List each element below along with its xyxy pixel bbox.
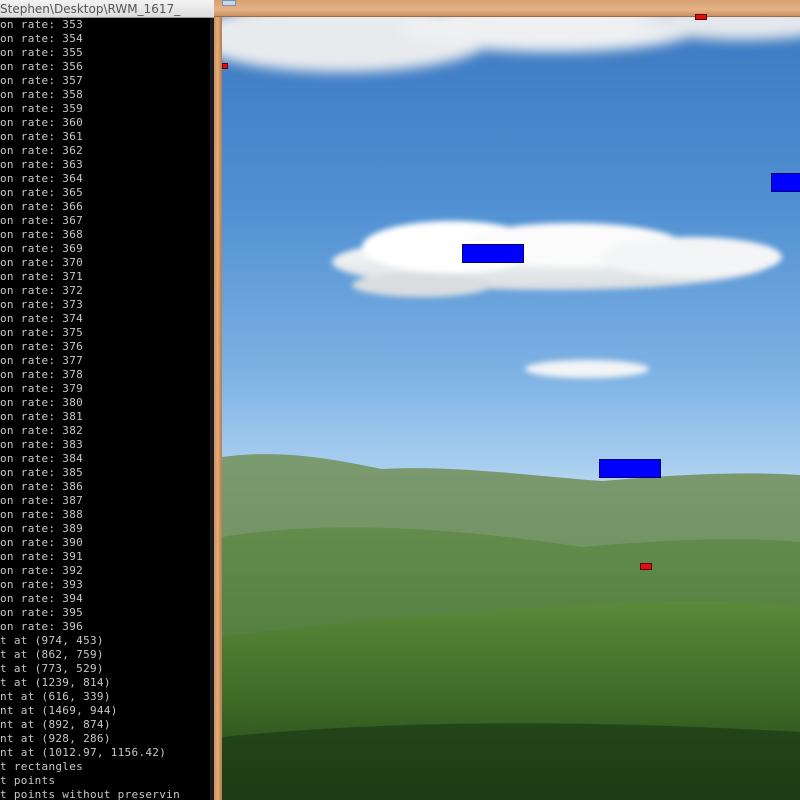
blue-rectangle — [599, 459, 661, 478]
console-line: on rate: 361 — [0, 130, 84, 143]
console-line: on rate: 367 — [0, 214, 84, 227]
point-marker — [222, 63, 228, 69]
point-marker — [695, 14, 707, 20]
console-line: on rate: 360 — [0, 116, 84, 129]
cloud-middle — [332, 221, 782, 297]
console-line: on rate: 371 — [0, 270, 84, 283]
cloud-top — [222, 17, 800, 72]
console-line: t points — [0, 774, 56, 787]
console-line: on rate: 379 — [0, 382, 84, 395]
cloud-small — [525, 360, 649, 378]
console-line: nt at (1012.97, 1156.42) — [0, 746, 167, 759]
console-line: t at (1239, 814) — [0, 676, 111, 689]
console-line: on rate: 373 — [0, 298, 84, 311]
console-window[interactable]: Stephen\Desktop\RWM_1617_ on rate: 353 on… — [0, 0, 214, 800]
console-line: on rate: 353 — [0, 18, 84, 31]
console-line: on rate: 394 — [0, 592, 84, 605]
console-line: on rate: 374 — [0, 312, 84, 325]
console-line: on rate: 389 — [0, 522, 84, 535]
console-line: t at (862, 759) — [0, 648, 104, 661]
console-line: on rate: 395 — [0, 606, 84, 619]
blue-rectangle — [771, 173, 800, 192]
console-line: on rate: 386 — [0, 480, 84, 493]
desktop-screen: Stephen\Desktop\RWM_1617_ on rate: 353 on… — [0, 0, 800, 800]
console-line: on rate: 396 — [0, 620, 84, 633]
console-line: on rate: 391 — [0, 550, 84, 563]
game-canvas[interactable] — [222, 17, 800, 800]
console-line: on rate: 368 — [0, 228, 84, 241]
game-window-left-border — [214, 0, 222, 800]
console-line: on rate: 383 — [0, 438, 84, 451]
console-line: on rate: 375 — [0, 326, 84, 339]
console-line: on rate: 357 — [0, 74, 84, 87]
game-window-title-bar[interactable] — [214, 0, 800, 17]
console-line: on rate: 392 — [0, 564, 84, 577]
console-line: on rate: 359 — [0, 102, 84, 115]
console-line: on rate: 382 — [0, 424, 84, 437]
console-line: on rate: 377 — [0, 354, 84, 367]
console-title-bar[interactable]: Stephen\Desktop\RWM_1617_ — [0, 0, 214, 18]
console-line: nt at (616, 339) — [0, 690, 111, 703]
console-line: t rectangles — [0, 760, 84, 773]
console-line: on rate: 378 — [0, 368, 84, 381]
console-line: on rate: 364 — [0, 172, 84, 185]
console-line: on rate: 365 — [0, 186, 84, 199]
console-line: t at (773, 529) — [0, 662, 104, 675]
console-line: on rate: 384 — [0, 452, 84, 465]
console-line: on rate: 362 — [0, 144, 84, 157]
console-line: t at (974, 453) — [0, 634, 104, 647]
point-marker — [640, 563, 652, 570]
landscape-background — [222, 17, 800, 800]
console-line: on rate: 387 — [0, 494, 84, 507]
console-line: on rate: 381 — [0, 410, 84, 423]
console-line: on rate: 363 — [0, 158, 84, 171]
console-line: on rate: 393 — [0, 578, 84, 591]
console-line: on rate: 390 — [0, 536, 84, 549]
console-line: on rate: 388 — [0, 508, 84, 521]
console-line: on rate: 369 — [0, 242, 84, 255]
console-line: nt at (928, 286) — [0, 732, 111, 745]
console-output: on rate: 353 on rate: 354 on rate: 355 on r… — [0, 18, 214, 800]
console-line: on rate: 356 — [0, 60, 84, 73]
window-icon — [222, 0, 236, 6]
console-line: on rate: 366 — [0, 200, 84, 213]
console-line: on rate: 370 — [0, 256, 84, 269]
console-line: on rate: 372 — [0, 284, 84, 297]
blue-rectangle — [462, 244, 524, 263]
console-window-title: Stephen\Desktop\RWM_1617_ — [0, 2, 181, 16]
console-line: t points without preservin — [0, 788, 180, 800]
console-line: on rate: 380 — [0, 396, 84, 409]
console-line: on rate: 376 — [0, 340, 84, 353]
console-line: on rate: 358 — [0, 88, 84, 101]
console-line: on rate: 354 — [0, 32, 84, 45]
console-line: nt at (892, 874) — [0, 718, 111, 731]
console-line: nt at (1469, 944) — [0, 704, 118, 717]
console-line: on rate: 385 — [0, 466, 84, 479]
hill-foreground — [222, 723, 800, 800]
console-line: on rate: 355 — [0, 46, 84, 59]
